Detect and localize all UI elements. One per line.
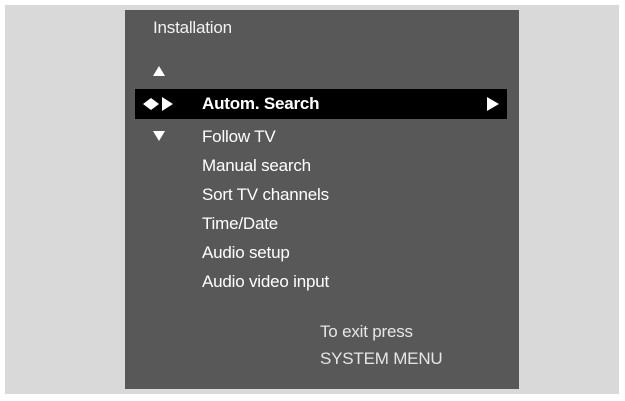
scroll-up-icon[interactable] bbox=[153, 66, 165, 76]
screen-title: Installation bbox=[153, 18, 232, 37]
installation-menu-screen: Installation Autom. Search Follow TV Man… bbox=[125, 10, 519, 389]
submenu-arrow-icon[interactable] bbox=[487, 97, 499, 111]
left-right-play-icon bbox=[143, 89, 173, 119]
scroll-down-icon[interactable] bbox=[153, 131, 165, 141]
play-icon bbox=[162, 97, 173, 111]
right-arrow-icon bbox=[151, 98, 159, 110]
menu-item-label: Autom. Search bbox=[202, 94, 320, 113]
menu-list: Follow TV Manual search Sort TV channels… bbox=[202, 122, 329, 296]
menu-item-follow-tv[interactable]: Follow TV bbox=[202, 122, 329, 151]
menu-item-autom-search[interactable]: Autom. Search bbox=[135, 89, 507, 119]
page-background: Installation Autom. Search Follow TV Man… bbox=[5, 5, 619, 394]
exit-hint-line-2: SYSTEM MENU bbox=[320, 349, 443, 368]
exit-hint: To exit press SYSTEM MENU bbox=[320, 318, 443, 372]
menu-item-sort-tv-channels[interactable]: Sort TV channels bbox=[202, 180, 329, 209]
menu-item-audio-video-input[interactable]: Audio video input bbox=[202, 267, 329, 296]
exit-hint-line-1: To exit press bbox=[320, 322, 413, 341]
left-arrow-icon bbox=[143, 98, 151, 110]
menu-item-audio-setup[interactable]: Audio setup bbox=[202, 238, 329, 267]
menu-item-time-date[interactable]: Time/Date bbox=[202, 209, 329, 238]
menu-item-manual-search[interactable]: Manual search bbox=[202, 151, 329, 180]
